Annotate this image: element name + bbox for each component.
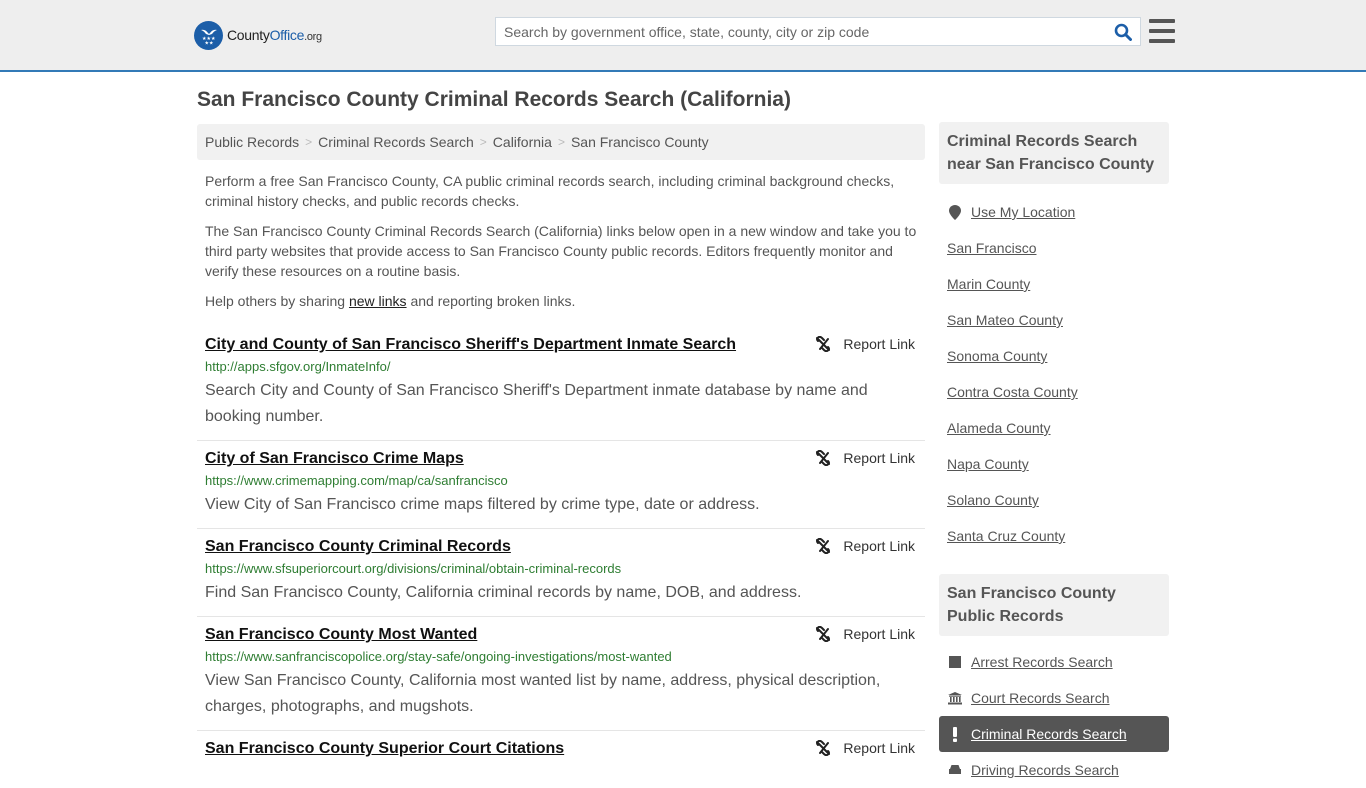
breadcrumb-separator: >	[557, 135, 565, 149]
intro-paragraph: The San Francisco County Criminal Record…	[205, 223, 917, 279]
share-links-note: Help others by sharing new links and rep…	[205, 293, 576, 309]
result-item: City of San Francisco Crime Maps Report …	[197, 441, 925, 529]
public-records-heading: San Francisco County Public Records	[939, 574, 1169, 636]
nearby-item: Solano County	[939, 482, 1169, 518]
square-icon	[947, 656, 963, 668]
broken-link-icon	[816, 450, 831, 466]
nearby-link-solano-county[interactable]: Solano County	[947, 492, 1039, 508]
nearby-item: Marin County	[939, 266, 1169, 302]
svg-text:★★: ★★	[204, 41, 213, 46]
result-description: View City of San Francisco crime maps fi…	[205, 496, 760, 513]
nearby-link-napa-county[interactable]: Napa County	[947, 456, 1029, 472]
result-url: http://apps.sfgov.org/InmateInfo/	[205, 359, 391, 374]
use-my-location-item: Use My Location	[939, 194, 1169, 230]
nearby-item: San Francisco	[939, 230, 1169, 266]
result-url: https://www.crimemapping.com/map/ca/sanf…	[205, 473, 508, 488]
broken-link-icon	[816, 538, 831, 554]
eagle-stars-logo-icon: ★★★ ★★	[194, 20, 223, 50]
search-icon	[1114, 23, 1132, 41]
breadcrumb-california[interactable]: California	[493, 134, 552, 150]
result-title-link[interactable]: City of San Francisco Crime Maps	[205, 449, 464, 469]
hamburger-menu-icon[interactable]	[1149, 19, 1175, 43]
map-marker-icon	[947, 204, 963, 220]
records-item-criminal: Criminal Records Search	[939, 716, 1169, 752]
result-url: https://www.sfsuperiorcourt.org/division…	[205, 561, 622, 576]
driving-records-link[interactable]: Driving Records Search	[971, 762, 1119, 778]
car-icon	[947, 764, 963, 776]
new-links-link[interactable]: new links	[349, 293, 407, 309]
result-title-link[interactable]: San Francisco County Superior Court Cita…	[205, 739, 564, 759]
site-logo[interactable]: ★★★ ★★ CountyOffice.org	[194, 20, 322, 50]
nearby-link-san-francisco[interactable]: San Francisco	[947, 240, 1036, 256]
sidebar: Criminal Records Search near San Francis…	[939, 122, 1169, 788]
result-title-link[interactable]: San Francisco County Criminal Records	[205, 537, 511, 557]
result-title-link[interactable]: City and County of San Francisco Sheriff…	[205, 335, 736, 355]
result-description: Find San Francisco County, California cr…	[205, 584, 802, 601]
result-description: Search City and County of San Francisco …	[205, 382, 868, 425]
breadcrumb-separator: >	[305, 135, 313, 149]
breadcrumb-separator: >	[479, 135, 487, 149]
nearby-link-santa-cruz-county[interactable]: Santa Cruz County	[947, 528, 1065, 544]
search-button[interactable]	[1106, 18, 1140, 45]
nearby-link-sonoma-county[interactable]: Sonoma County	[947, 348, 1047, 364]
search-bar	[495, 17, 1141, 46]
nearby-link-contra-costa-county[interactable]: Contra Costa County	[947, 384, 1078, 400]
breadcrumb: Public Records > Criminal Records Search…	[197, 124, 925, 160]
records-item-driving: Driving Records Search	[939, 752, 1169, 788]
report-link-button[interactable]: Report Link	[815, 740, 915, 756]
nearby-link-alameda-county[interactable]: Alameda County	[947, 420, 1051, 436]
report-link-button[interactable]: Report Link	[815, 538, 915, 554]
breadcrumb-criminal-records-search[interactable]: Criminal Records Search	[318, 134, 474, 150]
exclamation-icon	[947, 726, 963, 742]
result-url: https://www.sanfranciscopolice.org/stay-…	[205, 649, 672, 664]
broken-link-icon	[816, 740, 831, 756]
nearby-heading: Criminal Records Search near San Francis…	[939, 122, 1169, 184]
courthouse-icon	[947, 691, 963, 705]
nearby-item: Sonoma County	[939, 338, 1169, 374]
results-list: City and County of San Francisco Sheriff…	[197, 327, 925, 769]
criminal-records-link[interactable]: Criminal Records Search	[971, 726, 1127, 742]
page-title: San Francisco County Criminal Records Se…	[197, 88, 791, 111]
nearby-item: Napa County	[939, 446, 1169, 482]
report-link-button[interactable]: Report Link	[815, 336, 915, 352]
result-item: City and County of San Francisco Sheriff…	[197, 327, 925, 441]
public-records-list: Arrest Records Search Court Records Sear…	[939, 644, 1169, 788]
logo-text: CountyOffice.org	[227, 27, 322, 43]
nearby-link-san-mateo-county[interactable]: San Mateo County	[947, 312, 1063, 328]
broken-link-icon	[816, 336, 831, 352]
result-description: View San Francisco County, California mo…	[205, 672, 881, 715]
main-content: Public Records > Criminal Records Search…	[197, 124, 925, 769]
result-item: San Francisco County Superior Court Cita…	[197, 731, 925, 769]
result-item: San Francisco County Most Wanted Report …	[197, 617, 925, 731]
nearby-item: Alameda County	[939, 410, 1169, 446]
use-my-location-link[interactable]: Use My Location	[971, 204, 1075, 220]
intro-paragraph: Perform a free San Francisco County, CA …	[205, 173, 895, 209]
records-item-arrest: Arrest Records Search	[939, 644, 1169, 680]
intro-text: Perform a free San Francisco County, CA …	[197, 171, 925, 311]
nearby-item: San Mateo County	[939, 302, 1169, 338]
breadcrumb-public-records[interactable]: Public Records	[205, 134, 299, 150]
nearby-list: Use My Location San Francisco Marin Coun…	[939, 194, 1169, 554]
nearby-item: Contra Costa County	[939, 374, 1169, 410]
arrest-records-link[interactable]: Arrest Records Search	[971, 654, 1113, 670]
breadcrumb-current: San Francisco County	[570, 134, 709, 150]
broken-link-icon	[816, 626, 831, 642]
report-link-button[interactable]: Report Link	[815, 626, 915, 642]
search-input[interactable]	[496, 18, 1106, 45]
court-records-link[interactable]: Court Records Search	[971, 690, 1110, 706]
result-title-link[interactable]: San Francisco County Most Wanted	[205, 625, 477, 645]
nearby-item: Santa Cruz County	[939, 518, 1169, 554]
result-item: San Francisco County Criminal Records Re…	[197, 529, 925, 617]
site-header: ★★★ ★★ CountyOffice.org	[0, 0, 1366, 72]
records-item-court: Court Records Search	[939, 680, 1169, 716]
report-link-button[interactable]: Report Link	[815, 450, 915, 466]
nearby-link-marin-county[interactable]: Marin County	[947, 276, 1030, 292]
